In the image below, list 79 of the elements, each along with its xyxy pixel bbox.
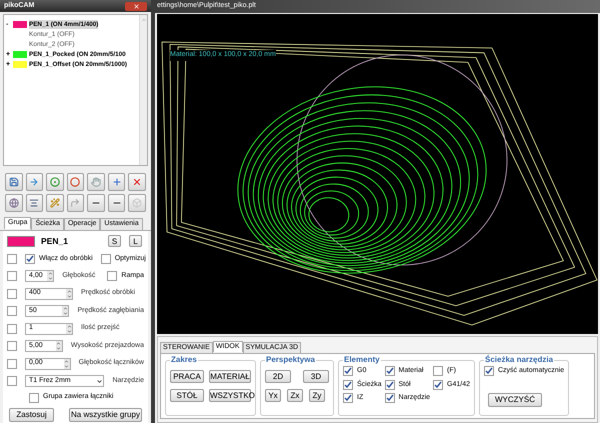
spin-arrows-icon — [66, 288, 72, 298]
spin-arrows-icon — [66, 324, 72, 334]
circle-icon — [70, 177, 80, 187]
button[interactable]: MATERIAŁ — [209, 370, 251, 383]
check-icon — [26, 254, 34, 263]
button[interactable]: Zx — [287, 389, 303, 402]
checkbox[interactable] — [107, 271, 118, 281]
checkbox[interactable] — [7, 254, 17, 264]
pen-name: PEN_1 — [41, 235, 69, 248]
checkbox[interactable] — [433, 380, 444, 390]
toolbar-button[interactable] — [87, 194, 105, 212]
checkbox[interactable] — [7, 306, 17, 316]
arrow-icon — [29, 177, 40, 187]
button[interactable]: Zastosuj — [9, 408, 54, 422]
checkbox[interactable] — [7, 324, 17, 334]
spin-arrows-icon — [47, 271, 54, 281]
button[interactable]: WYCZYŚĆ — [488, 392, 542, 406]
close-icon — [132, 177, 142, 187]
toolbar-button[interactable] — [108, 194, 126, 212]
color-swatch[interactable] — [7, 236, 35, 247]
button[interactable]: S — [108, 235, 121, 248]
button[interactable]: PRACA — [170, 370, 204, 383]
plus-icon — [112, 177, 122, 187]
lines-icon — [29, 198, 40, 208]
checkbox[interactable] — [384, 380, 395, 390]
checkbox[interactable] — [7, 341, 17, 351]
checkbox[interactable] — [7, 288, 17, 298]
toolbar-button[interactable] — [5, 173, 23, 191]
group-title: Elementy — [343, 354, 381, 366]
button[interactable]: 2D — [265, 370, 291, 383]
checkbox[interactable] — [7, 271, 17, 281]
toolbar-button[interactable] — [66, 173, 84, 191]
spin-arrows-icon — [56, 341, 62, 351]
toolbar-button[interactable] — [108, 173, 126, 191]
group-title: Ścieżka narzędzia — [484, 354, 554, 366]
button[interactable]: 3D — [303, 370, 329, 383]
toolbar-button[interactable] — [46, 173, 64, 191]
hand-icon — [91, 177, 102, 187]
save-icon — [8, 177, 19, 187]
check-icon — [434, 380, 442, 389]
checkbox[interactable] — [384, 366, 395, 376]
toolbar-button[interactable] — [5, 194, 23, 212]
checkbox[interactable] — [343, 393, 353, 404]
checkbox[interactable] — [343, 380, 353, 390]
check-icon — [485, 367, 493, 376]
curved-arrow-icon — [70, 198, 80, 208]
group-title: Zakres — [170, 354, 198, 366]
spin-arrows-icon — [64, 358, 70, 368]
group-title: Perspektywa — [265, 354, 316, 366]
globe-icon — [8, 198, 19, 208]
spin-arrows-icon — [62, 306, 68, 316]
toolbar-button[interactable] — [26, 194, 44, 212]
checkbox[interactable] — [7, 376, 17, 386]
close-icon — [132, 2, 140, 10]
target-icon — [50, 177, 60, 187]
toolbar-button[interactable] — [128, 194, 146, 212]
toolbar-button[interactable] — [128, 173, 146, 191]
toolbar-button[interactable] — [46, 194, 64, 212]
button[interactable]: L — [129, 235, 142, 248]
close-button[interactable] — [125, 2, 147, 10]
checkbox[interactable] — [7, 358, 17, 368]
checkbox[interactable] — [25, 254, 35, 264]
checkbox[interactable] — [343, 366, 353, 376]
cube-icon — [132, 198, 142, 208]
checkbox[interactable] — [100, 254, 111, 264]
checkbox[interactable] — [29, 392, 39, 402]
scrollbar[interactable] — [139, 15, 147, 165]
checkbox[interactable] — [384, 393, 395, 404]
caret-icon — [96, 378, 104, 384]
wand-icon — [50, 198, 60, 208]
button[interactable]: Zy — [309, 389, 325, 402]
toolbar-button[interactable] — [87, 173, 105, 191]
toolbar-button[interactable] — [26, 173, 44, 191]
button[interactable]: Yx — [265, 389, 281, 402]
toolbar-button[interactable] — [66, 194, 84, 212]
button[interactable]: Na wszystkie grupy — [69, 408, 142, 422]
button[interactable]: STÓŁ — [170, 389, 204, 402]
checkbox[interactable] — [484, 366, 494, 376]
checkbox[interactable] — [433, 366, 444, 376]
